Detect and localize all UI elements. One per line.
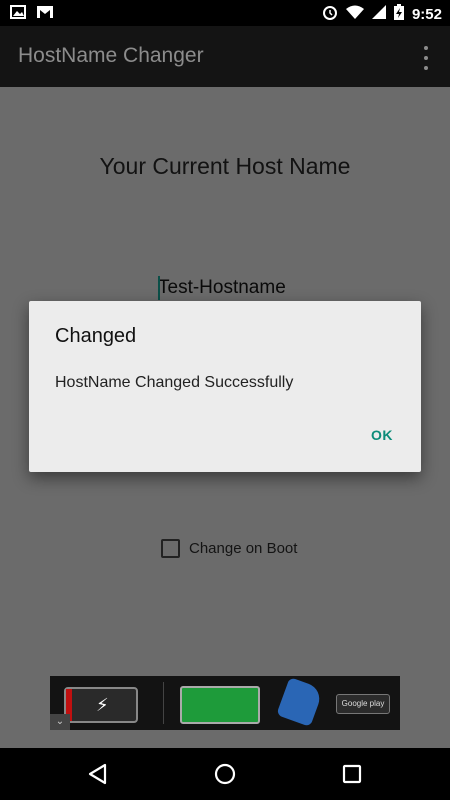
text-cursor	[158, 276, 160, 300]
alarm-icon	[322, 4, 338, 25]
ok-button[interactable]: OK	[371, 427, 393, 443]
home-icon[interactable]	[213, 762, 237, 786]
gmail-icon	[36, 5, 54, 24]
signal-icon	[371, 5, 386, 24]
ad-battery-empty-image: ⚡	[64, 687, 138, 723]
recents-icon[interactable]	[340, 762, 364, 786]
ad-plug-icon	[276, 677, 324, 727]
google-play-badge[interactable]: Google play	[336, 694, 390, 714]
wifi-icon	[345, 5, 364, 24]
battery-charging-icon	[393, 4, 404, 25]
app-bar: HostName Changer	[0, 26, 450, 87]
changed-dialog: Changed HostName Changed Successfully OK	[29, 301, 421, 472]
ad-battery-full-image	[180, 686, 260, 724]
change-on-boot-row[interactable]: Change on Boot	[161, 539, 297, 558]
status-time: 9:52	[411, 6, 442, 23]
ad-divider	[163, 682, 164, 724]
more-vert-icon[interactable]	[416, 46, 436, 70]
back-icon[interactable]	[86, 762, 110, 786]
dialog-message: HostName Changed Successfully	[55, 374, 294, 391]
hostname-input[interactable]: Test-Hostname	[158, 277, 292, 303]
navigation-bar	[0, 748, 450, 800]
dialog-title: Changed	[55, 325, 137, 347]
page-heading: Your Current Host Name	[99, 153, 351, 179]
app-title: HostName Changer	[18, 44, 204, 67]
image-icon	[10, 5, 26, 24]
change-on-boot-label: Change on Boot	[189, 540, 298, 557]
change-on-boot-checkbox[interactable]	[161, 539, 180, 558]
ad-choices-icon[interactable]: ⌄	[50, 714, 70, 730]
status-bar: 9:52	[0, 0, 450, 26]
ad-banner[interactable]: ⚡ Google play ⌄	[50, 676, 400, 730]
